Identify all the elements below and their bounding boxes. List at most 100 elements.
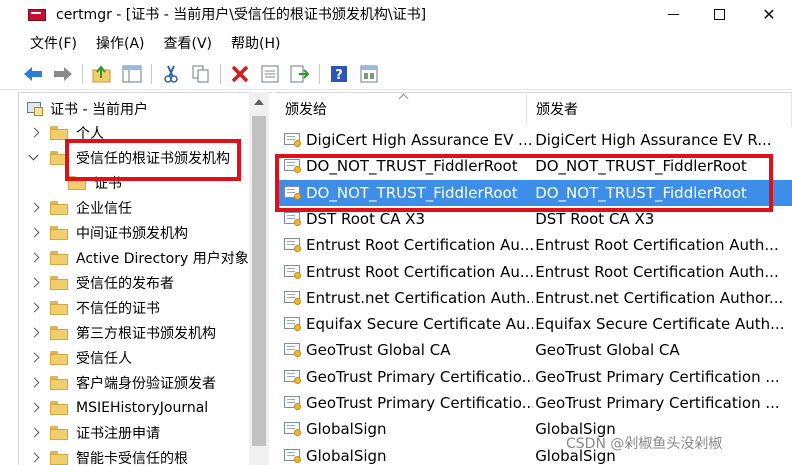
delete-button[interactable]	[229, 63, 251, 85]
certificate-app-icon	[28, 6, 46, 22]
table-row[interactable]: DST Root CA X3 DST Root CA X3	[278, 206, 792, 232]
cut-button[interactable]	[160, 63, 182, 85]
chevron-right-icon[interactable]	[28, 127, 40, 139]
chevron-right-icon[interactable]	[28, 202, 40, 214]
forward-arrow-icon	[54, 66, 72, 81]
copy-button[interactable]	[190, 63, 212, 85]
close-button[interactable]: ✕	[746, 0, 792, 28]
column-header-issued-by[interactable]: 颁发者	[530, 92, 792, 126]
minimize-button[interactable]	[650, 0, 696, 28]
tree-item-trusted-publishers[interactable]: 受信任的发布者	[28, 271, 174, 295]
tree-item-label: Active Directory 用户对象	[76, 251, 249, 267]
table-row[interactable]: DO_NOT_TRUST_FiddlerRoot DO_NOT_TRUST_Fid…	[278, 180, 792, 206]
tree-item-trusted-root[interactable]: 受信任的根证书颁发机构	[28, 146, 230, 170]
toolbar-separator	[82, 63, 83, 84]
table-row[interactable]: Entrust Root Certification Au... Entrust …	[278, 259, 792, 285]
certificate-icon	[284, 237, 302, 253]
folder-icon	[50, 251, 68, 265]
table-row[interactable]: Equifax Secure Certificate Au... Equifax …	[278, 311, 792, 337]
cut-icon	[164, 65, 178, 83]
tree-item-third-party-root[interactable]: 第三方根证书颁发机构	[28, 321, 216, 345]
table-row[interactable]: DigiCert High Assurance EV ... DigiCert H…	[278, 127, 792, 153]
tree-item-msie-history[interactable]: MSIEHistoryJournal	[28, 396, 208, 420]
chevron-right-icon[interactable]	[28, 402, 40, 414]
cell-issued-to: DO_NOT_TRUST_FiddlerRoot	[306, 157, 518, 175]
menu-action[interactable]: 操作(A)	[96, 33, 145, 53]
cell-issued-to: GeoTrust Primary Certificatio...	[306, 368, 534, 386]
cell-issued-to: Equifax Secure Certificate Au...	[306, 315, 534, 333]
chevron-right-icon[interactable]	[28, 277, 40, 289]
up-one-level-button[interactable]	[91, 63, 113, 85]
table-row[interactable]: GeoTrust Global CA GeoTrust Global CA	[278, 337, 792, 363]
scroll-up-icon[interactable]	[254, 99, 264, 105]
tree-item-intermediate-ca[interactable]: 中间证书颁发机构	[28, 221, 188, 245]
tree-item-client-auth-issuers[interactable]: 客户端身份验证颁发者	[28, 371, 216, 395]
chevron-right-icon[interactable]	[28, 377, 40, 389]
cell-issued-by: GeoTrust Primary Certification ...	[535, 368, 780, 386]
cell-issued-by: GeoTrust Primary Certification ...	[535, 394, 780, 412]
column-header-label: 颁发给	[285, 102, 327, 118]
column-header-issued-to[interactable]: 颁发给	[281, 92, 527, 126]
certificate-icon	[284, 211, 302, 227]
table-row[interactable]: Entrust Root Certification Au... Entrust …	[278, 232, 792, 258]
cell-issued-by: Equifax Secure Certificate Auth...	[535, 315, 785, 333]
tree-item-enrollment-requests[interactable]: 证书注册申请	[28, 421, 160, 445]
tree-item-label: 受信任的发布者	[76, 276, 174, 292]
chevron-right-icon[interactable]	[28, 452, 40, 464]
export-list-button[interactable]	[289, 63, 311, 85]
tree-scrollbar[interactable]	[249, 92, 269, 465]
chevron-right-icon[interactable]	[28, 227, 40, 239]
tree-root[interactable]: 证书 - 当前用户	[26, 97, 148, 121]
show-hide-tree-button[interactable]	[121, 63, 143, 85]
cell-issued-to: GlobalSign	[306, 420, 387, 438]
cell-issued-to: Entrust Root Certification Au...	[306, 263, 534, 281]
help-button[interactable]: ?	[328, 63, 350, 85]
tree-item-enterprise-trust[interactable]: 企业信任	[28, 196, 132, 220]
folder-icon	[50, 326, 68, 340]
properties-button[interactable]	[259, 63, 281, 85]
menu-view[interactable]: 查看(V)	[164, 33, 213, 53]
certificate-icon	[284, 185, 302, 201]
tree-item-label: MSIEHistoryJournal	[76, 400, 209, 416]
cell-issued-by: Entrust Root Certification Auth...	[535, 236, 779, 254]
toolbar-separator	[220, 63, 221, 84]
certificate-store-icon	[26, 101, 44, 117]
chevron-down-icon[interactable]	[28, 152, 40, 164]
folder-icon	[50, 201, 68, 215]
certificate-icon	[284, 395, 302, 411]
chevron-right-icon[interactable]	[28, 252, 40, 264]
folder-open-icon	[50, 151, 68, 165]
folder-icon	[68, 176, 86, 190]
back-button[interactable]	[22, 63, 44, 85]
maximize-button[interactable]	[696, 0, 742, 28]
certificate-icon	[284, 342, 302, 358]
menu-help[interactable]: 帮助(H)	[231, 33, 280, 53]
table-row[interactable]: DO_NOT_TRUST_FiddlerRoot DO_NOT_TRUST_Fid…	[278, 153, 792, 179]
chevron-right-icon[interactable]	[28, 302, 40, 314]
cell-issued-to: DST Root CA X3	[306, 210, 426, 228]
tree-item-active-directory[interactable]: Active Directory 用户对象	[28, 246, 249, 270]
forward-button[interactable]	[52, 63, 74, 85]
tree-item-smartcard-root[interactable]: 智能卡受信任的根	[28, 446, 188, 465]
table-row[interactable]: GeoTrust Primary Certificatio... GeoTrust…	[278, 364, 792, 390]
table-row[interactable]: Entrust.net Certification Auth... Entrust…	[278, 285, 792, 311]
menu-file[interactable]: 文件(F)	[30, 33, 77, 53]
tree-item-personal[interactable]: 个人	[28, 121, 104, 145]
tree-item-certificates[interactable]: 证书	[68, 171, 122, 195]
svg-text:?: ?	[335, 68, 343, 83]
tree-item-label: 企业信任	[76, 201, 132, 217]
chevron-right-icon[interactable]	[28, 427, 40, 439]
tree-item-label: 受信任人	[76, 351, 132, 367]
tree-item-label: 证书注册申请	[76, 426, 160, 442]
view-button[interactable]	[358, 63, 380, 85]
tree-item-untrusted[interactable]: 不信任的证书	[28, 296, 160, 320]
certificate-icon	[284, 264, 302, 280]
chevron-right-icon[interactable]	[28, 352, 40, 364]
scrollbar-thumb[interactable]	[252, 116, 266, 446]
chevron-right-icon[interactable]	[28, 327, 40, 339]
cell-issued-to: DO_NOT_TRUST_FiddlerRoot	[306, 184, 518, 202]
table-row[interactable]: GeoTrust Primary Certificatio... GeoTrust…	[278, 390, 792, 416]
folder-icon	[50, 276, 68, 290]
toolbar-separator	[151, 63, 152, 84]
tree-item-trusted-people[interactable]: 受信任人	[28, 346, 132, 370]
